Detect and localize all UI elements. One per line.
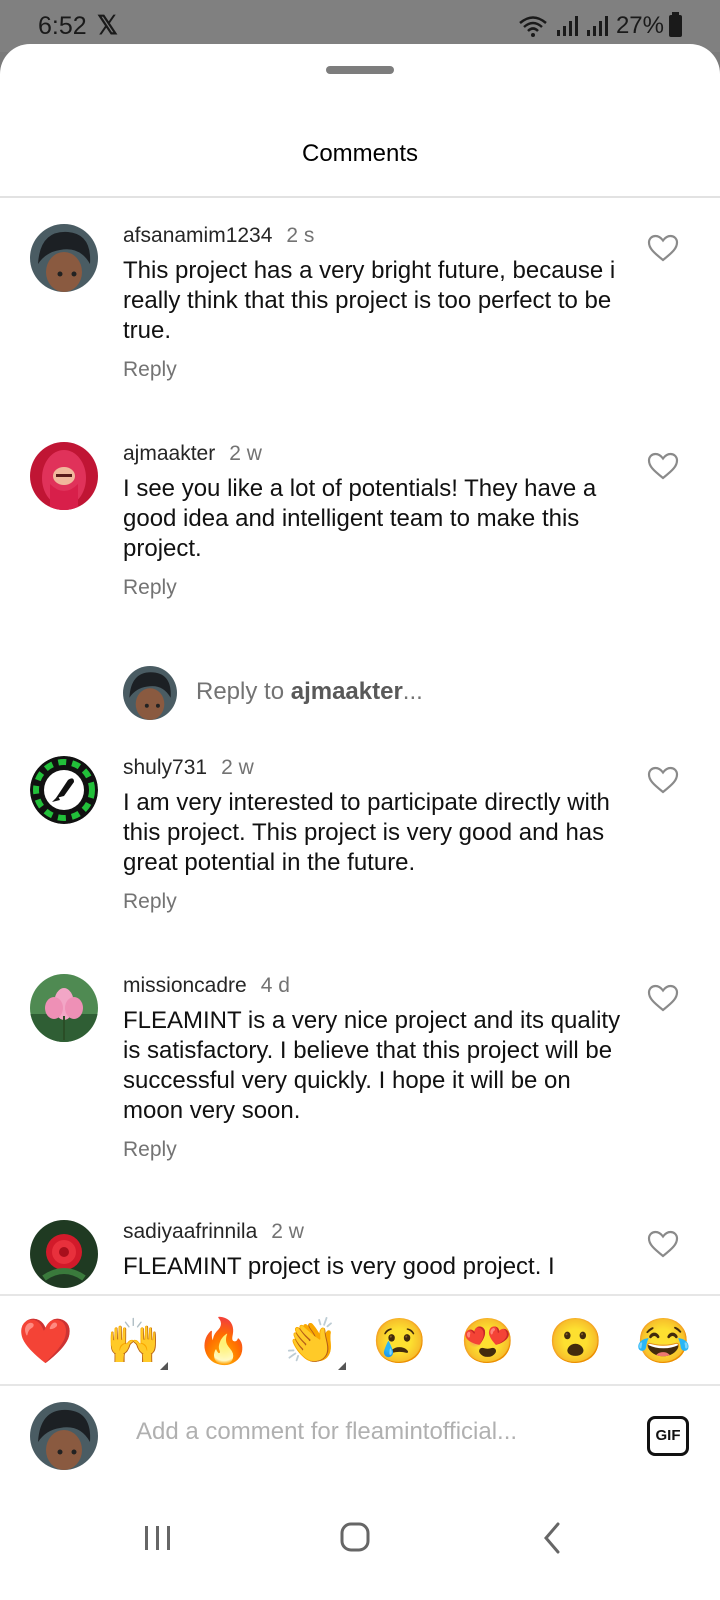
reply-username: ajmaakter: [290, 678, 403, 705]
home-icon[interactable]: [325, 1508, 385, 1568]
heart-icon[interactable]: [647, 234, 679, 262]
avatar: [123, 666, 177, 720]
skin-tone-indicator: [160, 1362, 168, 1370]
reply-button[interactable]: Reply: [123, 1138, 623, 1162]
emoji-clap-glyph: 👏: [284, 1317, 339, 1366]
emoji-surprised[interactable]: 😮: [548, 1316, 603, 1368]
reply-prefix: Reply to: [196, 678, 291, 705]
comment-body: sadiyaafrinnila 2 w FLEAMINT project is …: [123, 1220, 623, 1282]
comment-body: shuly731 2 w I am very interested to par…: [123, 756, 623, 914]
comment-username[interactable]: ajmaakter: [123, 442, 215, 466]
comments-sheet: Comments afsanamim1234 2 s This project …: [0, 44, 720, 1600]
signal-icon: [556, 16, 578, 36]
comment-header: shuly731 2 w: [123, 756, 623, 780]
sheet-title: Comments: [301, 140, 419, 167]
comment-input[interactable]: [136, 1418, 596, 1446]
back-icon[interactable]: [522, 1508, 582, 1568]
comment-text: This project has a very bright future, b…: [123, 257, 616, 344]
wifi-icon: [518, 15, 548, 37]
comment-body: missioncadre 4 d FLEAMINT is a very nice…: [123, 974, 623, 1162]
heart-icon[interactable]: [647, 766, 679, 794]
comment-time: 4 d: [260, 974, 290, 997]
comment-header: ajmaakter 2 w: [123, 442, 623, 466]
add-comment-bar: GIF: [0, 1388, 720, 1488]
avatar[interactable]: [30, 224, 98, 292]
divider: [0, 196, 720, 198]
reply-button[interactable]: Reply: [123, 890, 623, 914]
recent-apps-icon[interactable]: [128, 1508, 188, 1568]
emoji-crying[interactable]: 😢: [372, 1316, 427, 1368]
comment-time: 2 w: [221, 756, 254, 779]
reply-prompt-text: Reply to ajmaakter...: [196, 678, 423, 706]
comment-body: ajmaakter 2 w I see you like a lot of po…: [123, 442, 623, 600]
emoji-raised-hands[interactable]: 🙌: [106, 1316, 168, 1370]
heart-icon[interactable]: [647, 984, 679, 1012]
gif-button[interactable]: GIF: [647, 1416, 689, 1456]
emoji-bar: ❤️ 🙌 🔥 👏 😢 😍 😮 😂: [0, 1294, 720, 1386]
emoji-raised-hands-glyph: 🙌: [106, 1317, 161, 1366]
comment-header: missioncadre 4 d: [123, 974, 623, 998]
comment-header: sadiyaafrinnila 2 w: [123, 1220, 623, 1244]
navigation-bar: [0, 1488, 720, 1600]
reply-button[interactable]: Reply: [123, 358, 623, 382]
comment-time: 2 s: [286, 224, 315, 247]
reply-suffix: ...: [402, 678, 423, 705]
comment-header: afsanamim1234 2 s: [123, 224, 623, 248]
comment-text: I see you like a lot of potentials! They…: [123, 475, 597, 562]
comment-time: 2 w: [271, 1220, 304, 1243]
heart-icon[interactable]: [647, 1230, 679, 1258]
drag-handle[interactable]: [326, 66, 394, 74]
comment-username[interactable]: shuly731: [123, 756, 207, 780]
signal-icon: [586, 16, 608, 36]
comment-username[interactable]: afsanamim1234: [123, 224, 272, 248]
avatar[interactable]: [30, 974, 98, 1042]
reply-button[interactable]: Reply: [123, 576, 623, 600]
emoji-laughing[interactable]: 😂: [636, 1316, 691, 1368]
comment-body: afsanamim1234 2 s This project has a ver…: [123, 224, 623, 382]
emoji-clap[interactable]: 👏: [284, 1316, 346, 1370]
skin-tone-indicator: [338, 1362, 346, 1370]
comment-time: 2 w: [229, 442, 262, 465]
emoji-heart-eyes[interactable]: 😍: [460, 1316, 515, 1368]
emoji-fire[interactable]: 🔥: [196, 1316, 251, 1368]
status-icons: 27%: [518, 12, 664, 40]
reply-prompt[interactable]: Reply to ajmaakter...: [123, 666, 603, 720]
emoji-heart[interactable]: ❤️: [18, 1316, 73, 1368]
comment-text: FLEAMINT is a very nice project and its …: [123, 1007, 621, 1124]
avatar[interactable]: [30, 756, 98, 824]
comment-username[interactable]: missioncadre: [123, 974, 247, 998]
avatar[interactable]: [30, 1220, 98, 1288]
battery-icon: [669, 12, 682, 37]
avatar[interactable]: [30, 442, 98, 510]
avatar: [30, 1402, 98, 1470]
heart-icon[interactable]: [647, 452, 679, 480]
comment-username[interactable]: sadiyaafrinnila: [123, 1220, 257, 1244]
battery-percent: 27%: [615, 12, 664, 39]
comment-text: I am very interested to participate dire…: [123, 789, 610, 876]
status-time: 6:52: [38, 12, 87, 40]
comment-text: FLEAMINT project is very good project. I: [123, 1253, 555, 1280]
x-logo-icon: 𝕏: [97, 10, 118, 40]
